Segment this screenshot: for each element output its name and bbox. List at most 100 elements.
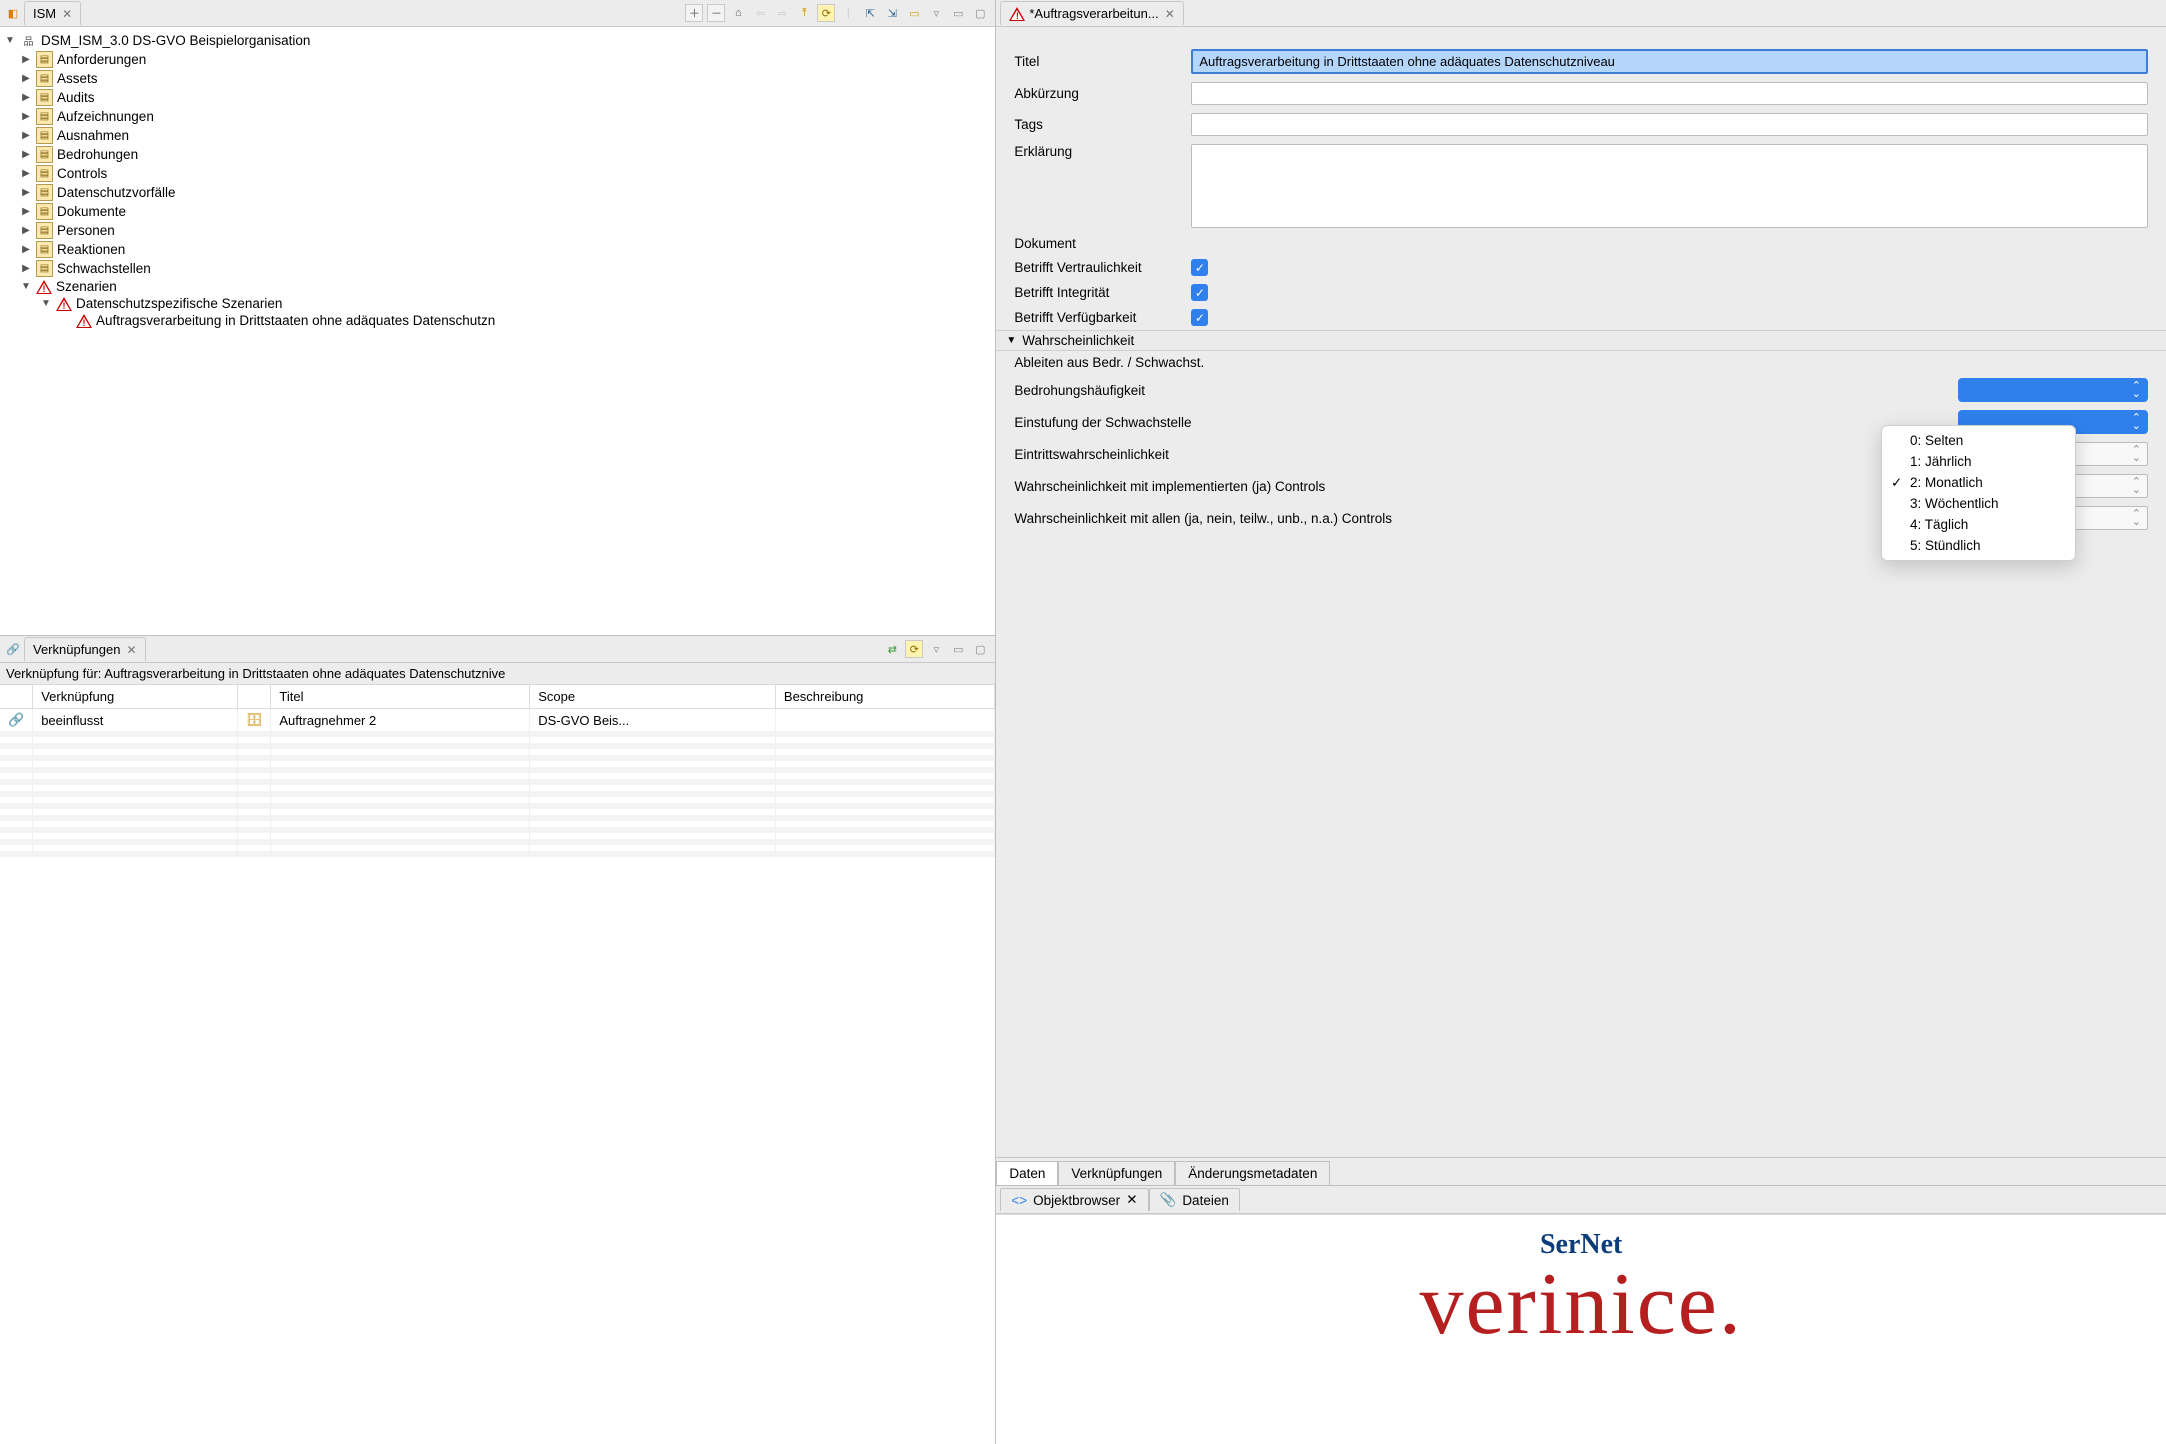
tree-node[interactable]: ▶▤Aufzeichnungen (0, 107, 995, 126)
toolbar-maximize-icon[interactable]: ▢ (971, 4, 989, 22)
input-titel[interactable] (1191, 49, 2148, 74)
tab-editor[interactable]: ! *Auftragsverarbeitun... ✕ (1000, 1, 1183, 25)
tab-links[interactable]: Verknüpfungen ✕ (24, 637, 146, 661)
label-bedr: Bedrohungshäufigkeit (1014, 383, 1946, 398)
expand-icon[interactable]: ▶ (20, 168, 32, 179)
toolbar-home-icon[interactable]: ⌂ (729, 4, 747, 22)
section-wahrscheinlichkeit[interactable]: ▼ Wahrscheinlichkeit (996, 330, 2166, 351)
btab-daten[interactable]: Daten (996, 1161, 1058, 1185)
btab-verkn[interactable]: Verknüpfungen (1058, 1161, 1175, 1185)
toolbar-remove-icon[interactable]: － (707, 4, 725, 22)
tree-node[interactable]: ▶▤Dokumente (0, 202, 995, 221)
label-titel: Titel (1014, 54, 1179, 69)
tree-node[interactable]: ▶▤Assets (0, 69, 995, 88)
tree-leaf-auftrag[interactable]: ! Auftragsverarbeitung in Drittstaaten o… (0, 312, 995, 329)
input-erkl[interactable] (1191, 144, 2148, 228)
select-bedrohung[interactable]: ⌃⌄ (1958, 378, 2148, 402)
toolbar-add-icon[interactable]: ＋ (685, 4, 703, 22)
tree-node[interactable]: ▶▤Schwachstellen (0, 259, 995, 278)
warning-icon: ! (76, 314, 92, 328)
expand-icon[interactable]: ▶ (20, 187, 32, 198)
tree-label: Datenschutzvorfälle (57, 185, 176, 200)
col-desc[interactable]: Beschreibung (775, 685, 994, 709)
tab-dateien[interactable]: 📎 Dateien (1149, 1188, 1240, 1211)
tab-objektbrowser[interactable]: <> Objektbrowser ✕ (1000, 1188, 1148, 1211)
tree-node-ds-szenarien[interactable]: ▼ ! Datenschutzspezifische Szenarien (0, 295, 995, 312)
toolbar-fwd-icon[interactable]: ⇨ (773, 4, 791, 22)
expand-icon[interactable]: ▶ (20, 54, 32, 65)
tree-root-label: DSM_ISM_3.0 DS-GVO Beispielorganisation (41, 33, 310, 48)
label-einst: Einstufung der Schwachstelle (1014, 415, 1946, 430)
links-sync-icon[interactable]: ⟳ (905, 640, 923, 658)
dropdown-option[interactable]: 0: Selten (1882, 430, 2075, 451)
table-row[interactable] (0, 851, 995, 857)
label-wimpl: Wahrscheinlichkeit mit implementierten (… (1014, 479, 1926, 494)
checkbox-verfuegbarkeit[interactable]: ✓ (1191, 309, 1208, 326)
tree-label: Schwachstellen (57, 261, 151, 276)
expand-icon[interactable]: ▼ (4, 35, 16, 46)
dropdown-option[interactable]: 5: Stündlich (1882, 535, 2075, 556)
expand-icon[interactable]: ▶ (20, 206, 32, 217)
tree-label: Audits (57, 90, 95, 105)
col-scope[interactable]: Scope (530, 685, 776, 709)
tree-node[interactable]: ▶▤Audits (0, 88, 995, 107)
close-icon[interactable]: ✕ (62, 7, 72, 21)
tree-node[interactable]: ▶▤Datenschutzvorfälle (0, 183, 995, 202)
objektbrowser-pane: SerNet verinice. (996, 1214, 2166, 1444)
dropdown-option[interactable]: 1: Jährlich (1882, 451, 2075, 472)
folder-icon: ▤ (36, 165, 53, 182)
close-icon[interactable]: ✕ (1126, 1192, 1137, 1208)
checkbox-integritaet[interactable]: ✓ (1191, 284, 1208, 301)
tree-node[interactable]: ▶▤Controls (0, 164, 995, 183)
col-title[interactable]: Titel (271, 685, 530, 709)
links-min-icon[interactable]: ▭ (949, 640, 967, 658)
expand-icon[interactable]: ▶ (20, 225, 32, 236)
dropdown-popup: 0: Selten1: Jährlich2: Monatlich3: Wöche… (1881, 425, 2076, 561)
close-icon[interactable]: ✕ (126, 643, 136, 657)
expand-icon[interactable]: ▶ (20, 111, 32, 122)
expand-icon[interactable]: ▶ (20, 130, 32, 141)
btab-meta[interactable]: Änderungsmetadaten (1175, 1161, 1330, 1185)
checkbox-vertraulichkeit[interactable]: ✓ (1191, 259, 1208, 276)
links-tool-1-icon[interactable]: ⇄ (883, 640, 901, 658)
detail-form: Titel Abkürzung Tags Erklärung Dokument … (996, 27, 2166, 1157)
code-icon: <> (1011, 1193, 1027, 1208)
tree-node[interactable]: ▶▤Bedrohungen (0, 145, 995, 164)
tree-node-szenarien[interactable]: ▼ ! Szenarien (0, 278, 995, 295)
tree-node[interactable]: ▶▤Reaktionen (0, 240, 995, 259)
tree-node[interactable]: ▶▤Anforderungen (0, 50, 995, 69)
toolbar-open-icon[interactable]: ▭ (905, 4, 923, 22)
toolbar-sync-icon[interactable]: ⟳ (817, 4, 835, 22)
toolbar-menu-icon[interactable]: ▿ (927, 4, 945, 22)
expand-icon[interactable]: ▶ (20, 92, 32, 103)
tree-node[interactable]: ▶▤Ausnahmen (0, 126, 995, 145)
tree-label: Szenarien (56, 279, 117, 294)
toolbar-minimize-icon[interactable]: ▭ (949, 4, 967, 22)
expand-icon[interactable]: ▶ (20, 73, 32, 84)
toolbar-import-icon[interactable]: ⇱ (861, 4, 879, 22)
dropdown-option[interactable]: 2: Monatlich (1882, 472, 2075, 493)
toolbar-upload-icon[interactable]: ⤒ (795, 4, 813, 22)
tab-ism[interactable]: ISM ✕ (24, 1, 81, 25)
expand-icon[interactable]: ▶ (20, 244, 32, 255)
link-row-icon2: 🗄 (237, 709, 271, 732)
input-tags[interactable] (1191, 113, 2148, 136)
dropdown-option[interactable]: 4: Täglich (1882, 514, 2075, 535)
editor-tabbar: ! *Auftragsverarbeitun... ✕ (996, 0, 2166, 27)
expand-icon[interactable]: ▶ (20, 263, 32, 274)
input-abk[interactable] (1191, 82, 2148, 105)
tree-root[interactable]: ▼ 品 DSM_ISM_3.0 DS-GVO Beispielorganisat… (0, 31, 995, 50)
links-menu-icon[interactable]: ▿ (927, 640, 945, 658)
expand-icon[interactable]: ▼ (20, 281, 32, 292)
table-row[interactable]: 🔗beeinflusst🗄Auftragnehmer 2DS-GVO Beis.… (0, 709, 995, 732)
expand-icon[interactable]: ▶ (20, 149, 32, 160)
collapse-icon[interactable]: ▼ (1006, 335, 1016, 346)
expand-icon[interactable]: ▼ (40, 298, 52, 309)
links-max-icon[interactable]: ▢ (971, 640, 989, 658)
tree-node[interactable]: ▶▤Personen (0, 221, 995, 240)
close-icon[interactable]: ✕ (1165, 7, 1175, 21)
dropdown-option[interactable]: 3: Wöchentlich (1882, 493, 2075, 514)
toolbar-export-icon[interactable]: ⇲ (883, 4, 901, 22)
col-link[interactable]: Verknüpfung (33, 685, 238, 709)
toolbar-back-icon[interactable]: ⇦ (751, 4, 769, 22)
